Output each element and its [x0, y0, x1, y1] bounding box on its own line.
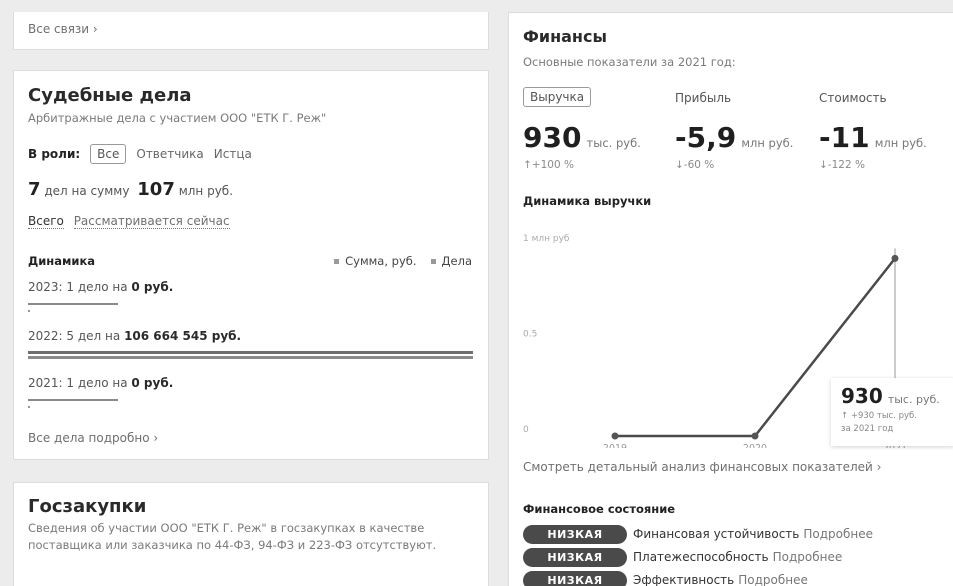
dynamics-legend: Сумма, руб. Дела	[334, 254, 472, 268]
state-solvency-more-link[interactable]: Подробнее	[773, 550, 843, 564]
cases-summary: 7 дел на сумму 107 млн руб.	[28, 179, 233, 200]
legend-sum-label: Сумма, руб.	[345, 254, 417, 268]
tooltip-period: за 2021 год	[841, 424, 894, 434]
role-filter: В роли: Все Ответчика Истца	[28, 144, 252, 164]
metric-revenue: 930 тыс. руб.	[523, 121, 641, 154]
x-tick-label: 2019	[603, 443, 627, 448]
cases-sum: 107	[137, 179, 175, 200]
cases-bar-2023	[28, 303, 118, 305]
court-cases-subtitle: Арбитражные дела с участием ООО "ЕТК Г. …	[28, 111, 327, 125]
state-stability-label: Финансовая устойчивость	[633, 527, 800, 541]
legend-sum: Сумма, руб.	[334, 254, 417, 268]
y-tick-label: 0	[523, 425, 529, 435]
legend-sum-marker	[334, 259, 340, 264]
procurement-text-line2: поставщика или заказчика по 44-ФЗ, 94-ФЗ…	[28, 538, 437, 552]
year-desc: 5 дел на	[66, 329, 121, 343]
revenue-point-2020	[751, 432, 759, 440]
metric-profit-delta: ↓-60 %	[675, 159, 715, 171]
finance-card: Финансы Основные показатели за 2021 год:…	[508, 12, 953, 586]
metric-cost-delta: ↓-122 %	[819, 159, 865, 171]
all-links-link[interactable]: Все связи ›	[28, 22, 98, 36]
court-cases-card: Судебные дела Арбитражные дела с участие…	[13, 70, 489, 460]
role-defendant-button[interactable]: Ответчика	[136, 147, 203, 161]
court-cases-title: Судебные дела	[28, 85, 192, 106]
tooltip-value: 930	[841, 384, 883, 408]
state-badge-stability: НИЗКАЯ	[523, 525, 627, 544]
metric-revenue-unit: тыс. руб.	[586, 136, 641, 150]
tooltip-unit: тыс. руб.	[887, 393, 940, 406]
metric-cost-unit: млн руб.	[874, 136, 927, 150]
metric-cost: -11 млн руб.	[819, 121, 927, 154]
sum-bar-2023	[28, 310, 30, 312]
year-label: 2021:	[28, 376, 63, 390]
year-label: 2023:	[28, 280, 63, 294]
tab-profit[interactable]: Прибыль	[675, 91, 731, 105]
legend-cases: Дела	[430, 254, 472, 268]
role-all-button[interactable]: Все	[90, 144, 127, 164]
revenue-point-2021	[891, 254, 899, 262]
state-efficiency-label: Эффективность	[633, 573, 735, 586]
financial-state-title: Финансовое состояние	[523, 502, 676, 516]
year-desc: 1 дело на	[66, 280, 128, 294]
tooltip-delta: ↑ +930 тыс. руб.	[841, 411, 917, 421]
state-solvency-label: Платежеспособность	[633, 550, 769, 564]
cases-bar-2022	[28, 351, 473, 354]
cases-sum-unit: млн руб.	[178, 184, 234, 198]
legend-cases-label: Дела	[441, 254, 472, 268]
procurement-card: Госзакупки Сведения об участии ООО "ЕТК …	[13, 482, 489, 586]
state-solvency: Платежеспособность Подробнее	[633, 550, 842, 564]
detail-analysis-link[interactable]: Смотреть детальный анализ финансовых пок…	[523, 460, 881, 474]
year-row-2023: 2023: 1 дело на 0 руб.	[28, 280, 173, 294]
finance-title: Финансы	[523, 27, 607, 46]
year-amount: 0 руб.	[131, 376, 174, 390]
tab-revenue[interactable]: Выручка	[523, 87, 592, 107]
role-plaintiff-button[interactable]: Истца	[214, 147, 252, 161]
filter-all-link[interactable]: Всего	[28, 214, 64, 229]
state-badge-solvency: НИЗКАЯ	[523, 548, 627, 567]
legend-cases-marker	[430, 259, 436, 264]
state-badge-efficiency: НИЗКАЯ	[523, 571, 627, 586]
connections-card: Все связи ›	[13, 12, 489, 50]
year-amount: 106 664 545 руб.	[124, 329, 242, 343]
year-amount: 0 руб.	[131, 280, 174, 294]
cases-summary-mid: дел на сумму	[44, 184, 130, 198]
finance-subtitle: Основные показатели за 2021 год:	[523, 55, 736, 69]
procurement-text-line1: Сведения об участии ООО "ЕТК Г. Реж" в г…	[28, 521, 425, 535]
cases-count: 7	[28, 179, 41, 200]
state-efficiency-more-link[interactable]: Подробнее	[738, 573, 808, 586]
metric-revenue-delta: ↑+100 %	[523, 159, 574, 171]
state-stability-more-link[interactable]: Подробнее	[803, 527, 873, 541]
procurement-title: Госзакупки	[28, 496, 147, 517]
year-row-2022: 2022: 5 дел на 106 664 545 руб.	[28, 329, 241, 343]
metric-cost-value: -11	[819, 121, 870, 154]
role-label: В роли:	[28, 147, 81, 161]
revenue-point-2019	[611, 432, 619, 440]
state-efficiency: Эффективность Подробнее	[633, 573, 808, 586]
metric-profit: -5,9 млн руб.	[675, 121, 793, 154]
all-cases-link[interactable]: Все дела подробно ›	[28, 431, 158, 445]
metric-profit-unit: млн руб.	[741, 136, 794, 150]
year-row-2021: 2021: 1 дело на 0 руб.	[28, 376, 173, 390]
sum-bar-2022	[28, 356, 473, 359]
tab-cost[interactable]: Стоимость	[819, 91, 887, 105]
year-label: 2022:	[28, 329, 63, 343]
y-tick-label: 0.5	[523, 330, 537, 340]
dynamics-title: Динамика	[28, 254, 96, 268]
tooltip-head: 930 тыс. руб.	[841, 384, 940, 408]
chart-title: Динамика выручки	[523, 194, 652, 208]
metric-profit-value: -5,9	[675, 121, 737, 154]
year-desc: 1 дело на	[66, 376, 128, 390]
metric-revenue-value: 930	[523, 121, 582, 154]
cases-filter: Всего Рассматривается сейчас	[28, 214, 230, 229]
state-stability: Финансовая устойчивость Подробнее	[633, 527, 873, 541]
cases-bar-2021	[28, 399, 118, 401]
sum-bar-2021	[28, 406, 30, 408]
x-tick-label: 2020	[743, 443, 767, 448]
filter-current-link[interactable]: Рассматривается сейчас	[73, 214, 230, 229]
chart-tooltip: 930 тыс. руб. ↑ +930 тыс. руб. за 2021 г…	[831, 378, 953, 446]
y-tick-label: 1 млн руб	[523, 234, 570, 244]
